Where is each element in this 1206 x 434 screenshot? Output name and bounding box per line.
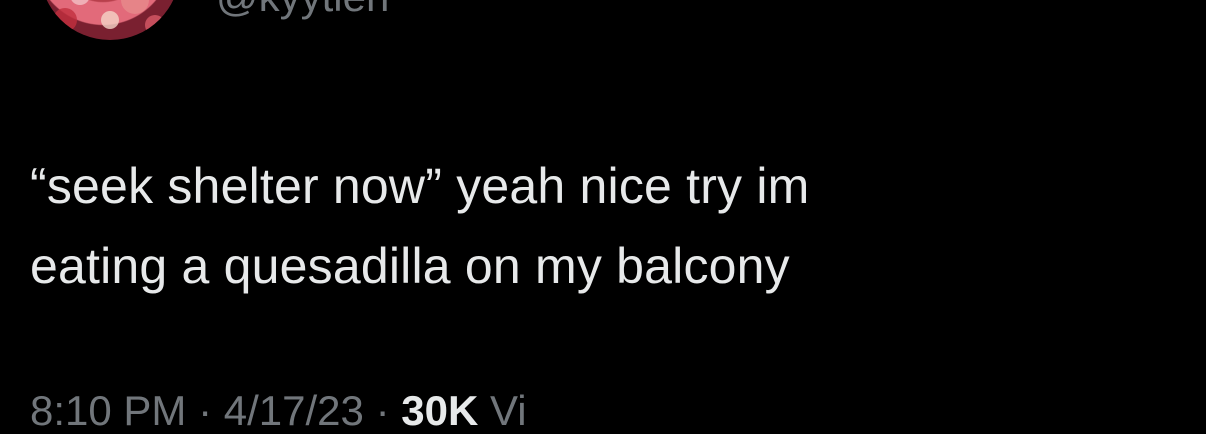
meta-separator: · [198, 387, 213, 434]
profile-photo-icon [53, 0, 165, 35]
tweet-date[interactable]: 4/17/23 [224, 387, 364, 434]
tweet-metadata: 8:10 PM · 4/17/23 · 30K Vi [30, 388, 527, 434]
avatar[interactable] [40, 0, 180, 40]
tweet-time[interactable]: 8:10 PM [30, 387, 186, 434]
tweet-text: “seek shelter now” yeah nice try im eati… [30, 158, 810, 294]
user-handle[interactable]: @kyytlen [216, 0, 389, 20]
meta-separator-2: · [375, 387, 390, 434]
views-label: Vi [489, 387, 527, 434]
views-count: 30K [401, 387, 479, 434]
